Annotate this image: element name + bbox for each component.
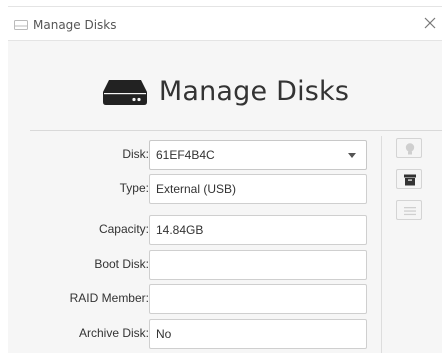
disk-select-value: 61EF4B4C [156, 148, 215, 162]
raid-member-row: RAID Member: [8, 284, 373, 314]
boot-disk-label: Boot Disk: [94, 257, 149, 271]
side-divider [381, 136, 382, 353]
raid-member-field[interactable] [149, 284, 367, 314]
raid-member-label: RAID Member: [69, 291, 149, 305]
identify-button[interactable] [396, 138, 422, 158]
capacity-row: Capacity: 14.84GB [8, 215, 373, 245]
archive-box-icon [404, 174, 416, 186]
list-icon [404, 207, 416, 216]
type-label: Type: [119, 181, 149, 195]
disk-row: Disk: 61EF4B4C [8, 140, 373, 170]
type-field[interactable]: External (USB) [149, 174, 367, 204]
boot-disk-row: Boot Disk: [8, 250, 373, 280]
disk-select[interactable]: 61EF4B4C [149, 140, 367, 170]
hard-drive-icon [102, 79, 147, 105]
archive-disk-row: Archive Disk: No [8, 319, 373, 349]
capacity-field[interactable]: 14.84GB [149, 215, 367, 245]
boot-disk-field[interactable] [149, 250, 367, 280]
page-title: Manage Disks [158, 76, 350, 107]
archive-button[interactable] [396, 169, 422, 189]
chevron-down-icon [348, 153, 356, 158]
manage-disks-window: Manage Disks Manage Disks Disk: 61EF4B4C… [8, 6, 442, 353]
page-heading: Manage Disks [8, 76, 442, 116]
archive-disk-label: Archive Disk: [78, 326, 149, 340]
disk-label: Disk: [122, 147, 149, 161]
lightbulb-icon [405, 143, 415, 155]
type-row: Type: External (USB) [8, 174, 373, 204]
capacity-label: Capacity: [98, 222, 149, 236]
archive-disk-field[interactable]: No [149, 319, 367, 349]
title-bar: Manage Disks [8, 6, 442, 41]
hard-drive-icon [14, 20, 28, 30]
close-icon[interactable] [422, 15, 438, 31]
header-divider [30, 130, 442, 131]
details-button[interactable] [396, 200, 422, 220]
window-title: Manage Disks [33, 18, 117, 32]
